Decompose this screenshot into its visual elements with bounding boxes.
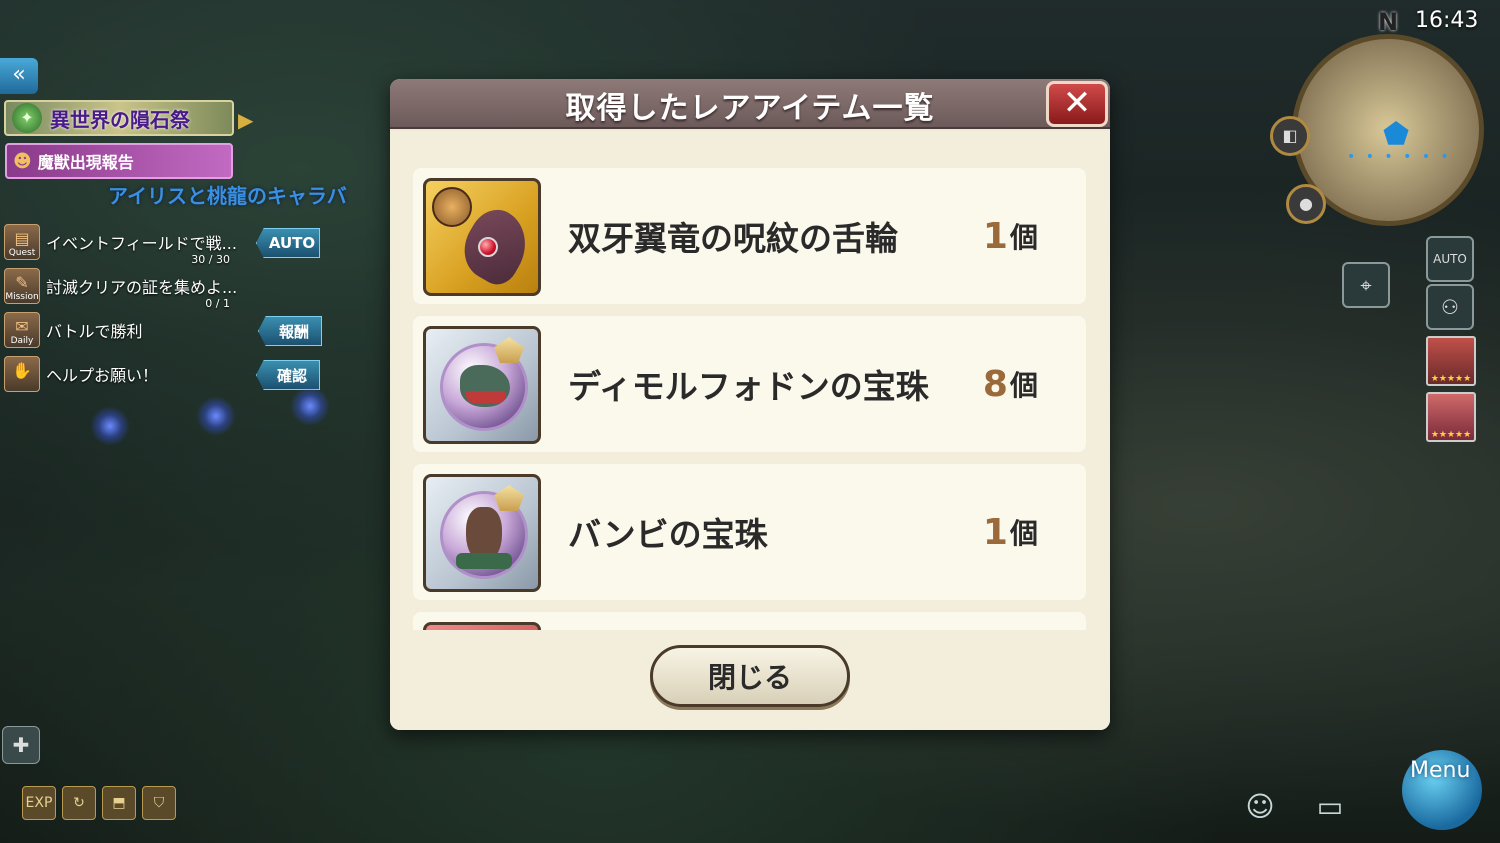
heal-plus-button[interactable]: ✚ — [2, 726, 40, 764]
task-text: イベントフィールドで戦... — [46, 234, 237, 253]
list-item[interactable]: 双牙翼竜の呪紋の舌輪 1個 — [413, 168, 1086, 304]
task-row-mission[interactable]: ✎ Mission 討滅クリアの証を集めよ... 0 / 1 — [4, 266, 244, 310]
task-row-help[interactable]: ✋ ヘルプお願い！ — [4, 354, 244, 394]
party-button[interactable]: ⚇ — [1426, 284, 1474, 330]
item-name: 双牙翼竜の呪紋の舌輪 — [568, 219, 898, 258]
location-pin-icon: ⬟ — [1383, 117, 1410, 152]
refresh-icon[interactable]: ↻ — [62, 786, 96, 820]
dialog-header: 取得したレアアイテム一覧 ✕ — [390, 79, 1110, 129]
item-name: バンビの宝珠 — [568, 515, 768, 554]
item-icon — [423, 622, 541, 630]
party-portrait-2[interactable]: ★★★★★ — [1426, 392, 1476, 442]
task-progress: 30 / 30 — [191, 253, 230, 266]
task-row-daily[interactable]: ✉ Daily バトルで勝利 — [4, 310, 244, 350]
boot-icon[interactable]: ⬒ — [102, 786, 136, 820]
scroll-notice: アイリスと桃龍のキャラバ — [108, 184, 347, 208]
party-portrait-1[interactable]: ★★★★★ — [1426, 336, 1476, 386]
event-banner-label: 異世界の隕石祭 — [50, 107, 190, 132]
map-zoom-button[interactable]: ◧ — [1270, 116, 1310, 156]
menu-button[interactable]: Menu — [1384, 742, 1494, 842]
lantern-icon[interactable]: ⛉ — [142, 786, 176, 820]
dialog-body: 双牙翼竜の呪紋の舌輪 1個 ディモルフォドンの宝珠 8個 バンビの宝珠 1 個 … — [390, 131, 1110, 730]
route-dots: • • • • • • — [1347, 149, 1452, 165]
auto-tag[interactable]: AUTO — [256, 228, 320, 258]
monster-report-banner[interactable]: ☻ 魔獣出現報告 — [5, 143, 233, 179]
item-count: 1個 — [982, 215, 1038, 257]
task-text: ヘルプお願い！ — [46, 366, 159, 385]
close-button[interactable]: 閉じる — [650, 645, 850, 707]
monster-face-icon: ☻ — [13, 150, 32, 172]
item-name: ディモルフォドンの宝珠 — [568, 367, 929, 406]
glow-orb — [90, 406, 130, 446]
list-item-partial[interactable] — [413, 612, 1086, 630]
mission-icon: ✎ Mission — [4, 268, 40, 304]
dinosaur-orb-icon — [423, 326, 541, 444]
item-count: 8個 — [982, 363, 1038, 405]
task-text: 討滅クリアの証を集めよ... — [46, 278, 238, 297]
auto-battle-button[interactable]: AUTO — [1426, 236, 1474, 282]
task-progress: 0 / 1 — [205, 297, 230, 310]
shield-icon: ✦ — [12, 103, 42, 133]
quest-icon: ▤ Quest — [4, 224, 40, 260]
clock: 16:43 — [1415, 8, 1479, 33]
compass-north: N — [1378, 8, 1399, 36]
chat-icon[interactable]: ▭ — [1306, 790, 1354, 830]
glow-orb — [290, 386, 330, 426]
glow-orb — [196, 396, 236, 436]
exp-boost-icon[interactable]: EXP — [22, 786, 56, 820]
daily-icon: ✉ Daily — [4, 312, 40, 348]
rare-items-dialog: 取得したレアアイテム一覧 ✕ 双牙翼竜の呪紋の舌輪 1個 ディモルフォドンの宝珠… — [390, 79, 1110, 730]
collapse-button[interactable]: « — [0, 58, 38, 94]
item-list[interactable]: 双牙翼竜の呪紋の舌輪 1個 ディモルフォドンの宝珠 8個 バンビの宝珠 1 個 — [413, 168, 1086, 630]
bottom-left-toolbar: EXP ↻ ⬒ ⛉ — [22, 786, 176, 820]
chevron-right-icon[interactable]: ▶ — [238, 108, 253, 132]
list-item[interactable]: ディモルフォドンの宝珠 8個 — [413, 316, 1086, 452]
map-creature-button[interactable]: ● — [1286, 184, 1326, 224]
task-text: バトルで勝利 — [46, 322, 143, 341]
list-item[interactable]: バンビの宝珠 1個 — [413, 464, 1086, 600]
ring-gear-icon — [423, 178, 541, 296]
event-banner[interactable]: ✦ 異世界の隕石祭 — [4, 100, 234, 136]
reward-tag[interactable]: 報酬 — [258, 316, 322, 346]
handshake-icon: ✋ — [4, 356, 40, 392]
camera-button[interactable]: ⌖ — [1342, 262, 1390, 308]
dialog-title: 取得したレアアイテム一覧 — [565, 91, 935, 126]
menu-label: Menu — [1410, 758, 1471, 783]
item-count: 1個 — [982, 511, 1038, 553]
task-row-quest[interactable]: ▤ Quest イベントフィールドで戦... 30 / 30 — [4, 222, 244, 266]
emote-icon[interactable]: ☺ — [1236, 790, 1284, 830]
deer-orb-icon — [423, 474, 541, 592]
close-icon[interactable]: ✕ — [1046, 81, 1108, 127]
monster-report-label: 魔獣出現報告 — [37, 153, 134, 172]
